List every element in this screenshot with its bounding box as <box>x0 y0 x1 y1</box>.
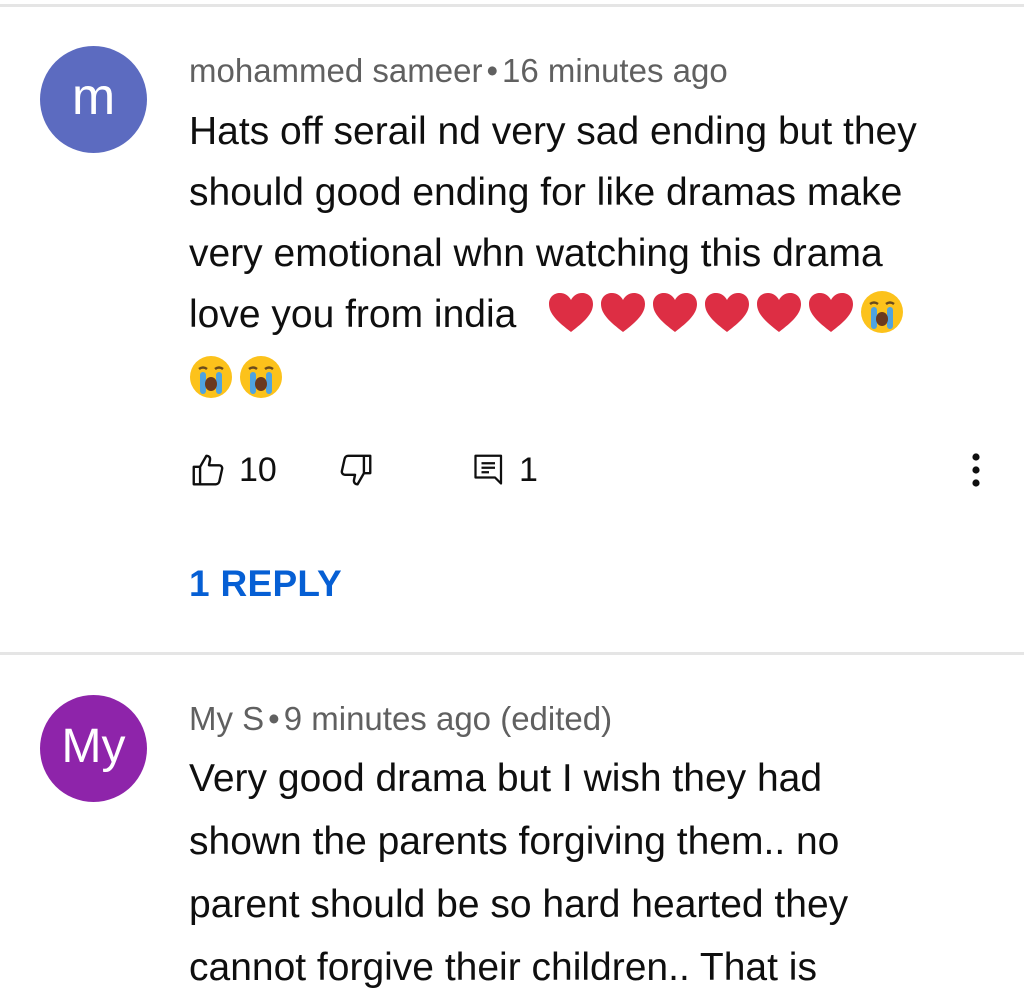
meta-separator: • <box>486 52 499 89</box>
red-heart-icon <box>549 293 594 332</box>
comment-line-emoji <box>189 345 999 410</box>
crying-face-icon <box>861 291 904 333</box>
comment-time[interactable]: 9 minutes ago (edited) <box>284 700 612 737</box>
thumbs-down-icon <box>340 454 372 486</box>
red-heart-icon <box>757 293 802 332</box>
like-count: 10 <box>239 450 277 489</box>
avatar-letter: m <box>71 67 116 126</box>
reply-button[interactable]: 1 <box>471 448 538 492</box>
comment-line: should good ending for like dramas make <box>189 171 903 214</box>
comment-line: Very good drama but I wish they had <box>189 757 823 800</box>
red-heart-icon <box>601 293 646 332</box>
red-heart-icon <box>705 293 750 332</box>
comment-line: parent should be so hard hearted they <box>189 883 849 926</box>
comment-meta: My S • 9 minutes ago (edited) <box>189 700 612 738</box>
comment-line: Hats off serail nd very sad ending but t… <box>189 110 917 153</box>
comment-line: very emotional whn watching this drama <box>189 232 883 275</box>
comment-actions: 10 1 <box>189 448 999 492</box>
comment-time[interactable]: 16 minutes ago <box>502 52 728 89</box>
comment-icon <box>474 454 503 485</box>
comment-author[interactable]: My S <box>189 700 264 737</box>
avatar[interactable]: m <box>40 46 147 153</box>
top-divider <box>0 4 1024 7</box>
comment-text: Very good drama but I wish they had show… <box>189 747 999 999</box>
comment-line: love you from india <box>189 293 517 336</box>
comment-text: Hats off serail nd very sad ending but t… <box>189 101 999 410</box>
avatar[interactable]: My <box>40 695 147 802</box>
comment-line-emoji: love you from india <box>189 284 999 345</box>
crying-face-icon <box>240 356 282 398</box>
more-options-button[interactable] <box>961 448 991 492</box>
comment-line: shown the parents forgiving them.. no <box>189 820 840 863</box>
reply-count: 1 <box>519 450 538 489</box>
more-vert-icon <box>972 453 980 487</box>
comment-divider <box>0 652 1024 655</box>
comment-line: cannot forgive their children.. That is <box>189 946 817 989</box>
red-heart-icon <box>809 293 854 332</box>
avatar-letter: My <box>61 720 126 773</box>
crying-face-icon <box>190 356 232 398</box>
thumbs-up-icon <box>192 454 224 486</box>
red-heart-icon <box>653 293 698 332</box>
comment-author[interactable]: mohammed sameer <box>189 52 482 89</box>
dislike-button[interactable] <box>337 448 375 492</box>
like-button[interactable]: 10 <box>189 448 277 492</box>
comment-meta: mohammed sameer • 16 minutes ago <box>189 52 728 90</box>
meta-separator: • <box>268 700 280 737</box>
view-replies-link[interactable]: 1 REPLY <box>189 563 342 605</box>
